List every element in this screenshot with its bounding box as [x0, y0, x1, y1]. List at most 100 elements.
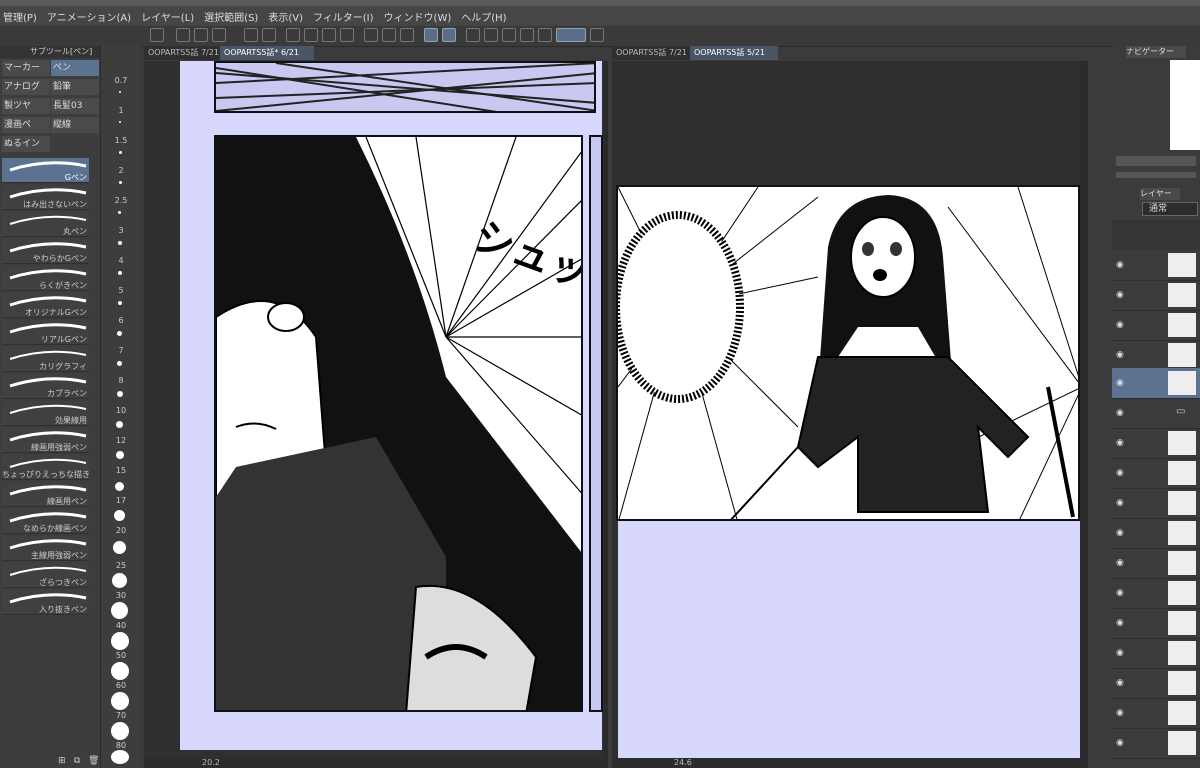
layer-row[interactable]: ◉: [1112, 340, 1200, 371]
tab-document-6[interactable]: OOPARTS5話* 6/21: [220, 46, 314, 60]
layer-row[interactable]: ◉: [1112, 250, 1200, 281]
eye-icon[interactable]: ◉: [1116, 558, 1124, 568]
tab-navigator[interactable]: ナビゲーター: [1126, 46, 1186, 58]
tool-pencil[interactable]: 鉛筆: [51, 79, 99, 95]
undo-icon[interactable]: [244, 28, 258, 42]
eye-icon[interactable]: ◉: [1116, 648, 1124, 658]
size-option[interactable]: 6: [101, 316, 141, 325]
menu-item-view[interactable]: 表示(V): [265, 9, 310, 24]
size-option[interactable]: 20: [101, 526, 141, 535]
help-icon[interactable]: [484, 28, 498, 42]
tab-document-7-right[interactable]: OOPARTS5話 7/21: [612, 46, 694, 60]
eye-icon[interactable]: ◉: [1116, 618, 1124, 628]
pen-icon[interactable]: [590, 28, 604, 42]
size-option[interactable]: 40: [101, 621, 141, 630]
layer-row[interactable]: ◉: [1112, 668, 1200, 699]
new-icon[interactable]: [150, 28, 164, 42]
layer-row[interactable]: ◉: [1112, 698, 1200, 729]
tool-pen[interactable]: ペン: [51, 60, 99, 76]
snap-special-ruler-icon[interactable]: [442, 28, 456, 42]
eye-icon[interactable]: ◉: [1116, 708, 1124, 718]
brush-lineart-pressure[interactable]: 線画用強弱ペン: [2, 428, 89, 453]
zoom-value[interactable]: 20.2: [202, 758, 220, 768]
tool-fill-ink[interactable]: ぬるイン: [2, 136, 50, 152]
scrollbar-left[interactable]: [604, 61, 608, 758]
menu-item-layer[interactable]: レイヤー(L): [138, 9, 201, 24]
size-option[interactable]: 1.5: [101, 136, 141, 145]
sparkle-icon[interactable]: [538, 28, 552, 42]
size-option[interactable]: 80: [101, 741, 141, 750]
select-all-icon[interactable]: [364, 28, 378, 42]
size-option[interactable]: 4: [101, 256, 141, 265]
navigator-slider[interactable]: [1116, 156, 1196, 166]
duplicate-icon[interactable]: ⧉: [74, 756, 80, 766]
tab-document-5[interactable]: OOPARTS5話 5/21: [690, 46, 778, 60]
tool-analog[interactable]: アナログ: [2, 79, 50, 95]
menu-item-manage[interactable]: 管理(P): [0, 9, 44, 24]
brush-soft-g-pen[interactable]: やわらかGペン: [2, 239, 89, 264]
scrollbar-right[interactable]: [1080, 61, 1088, 758]
transform-icon[interactable]: [340, 28, 354, 42]
size-option[interactable]: 1: [101, 106, 141, 115]
brush-sketch-pen[interactable]: らくがきペン: [2, 266, 89, 291]
eye-icon[interactable]: ◉: [1116, 468, 1124, 478]
size-option[interactable]: 30: [101, 591, 141, 600]
brush-taper-pen[interactable]: 入り抜きペン: [2, 590, 89, 615]
layer-row[interactable]: ◉: [1112, 578, 1200, 609]
layer-row[interactable]: ◉: [1112, 280, 1200, 311]
menu-item-filter[interactable]: フィルター(I): [310, 9, 381, 24]
eye-icon[interactable]: ◉: [1116, 260, 1124, 270]
size-option[interactable]: 8: [101, 376, 141, 385]
size-option[interactable]: 5: [101, 286, 141, 295]
size-option[interactable]: 12: [101, 436, 141, 445]
eye-icon[interactable]: ◉: [1116, 738, 1124, 748]
layer-row[interactable]: ◉: [1112, 638, 1200, 669]
layer-row[interactable]: ◉: [1112, 428, 1200, 459]
layer-folder-row[interactable]: ◉ ▭: [1112, 398, 1200, 429]
deselect-icon[interactable]: [382, 28, 396, 42]
save-icon[interactable]: [212, 28, 226, 42]
eye-icon[interactable]: ◉: [1116, 320, 1124, 330]
layer-row-selected[interactable]: ◉: [1112, 368, 1200, 399]
layer-row[interactable]: ◉: [1112, 488, 1200, 519]
eye-icon[interactable]: ◉: [1116, 528, 1124, 538]
brush-calligraphy[interactable]: カリグラフィ: [2, 347, 89, 372]
size-option[interactable]: 0.7: [101, 76, 141, 85]
layer-row[interactable]: ◉: [1112, 728, 1200, 759]
tab-layer[interactable]: レイヤー: [1140, 188, 1180, 200]
snap-ruler-icon[interactable]: [424, 28, 438, 42]
size-option[interactable]: 7: [101, 346, 141, 355]
menu-item-window[interactable]: ウィンドウ(W): [381, 9, 459, 24]
eye-icon[interactable]: ◉: [1116, 378, 1124, 388]
brush-real-g-pen[interactable]: リアルGペン: [2, 320, 89, 345]
brush-lineart-pen[interactable]: 線画用ペン: [2, 482, 89, 507]
eye-icon[interactable]: ◉: [1116, 438, 1124, 448]
size-option[interactable]: 50: [101, 651, 141, 660]
layer-row[interactable]: ◉: [1112, 548, 1200, 579]
size-option[interactable]: 25: [101, 561, 141, 570]
layer-row[interactable]: ◉: [1112, 310, 1200, 341]
reference-image-icon[interactable]: [556, 28, 586, 42]
eye-icon[interactable]: ◉: [1116, 290, 1124, 300]
tool-vertical-line[interactable]: 縦線: [51, 117, 99, 133]
layer-row[interactable]: ◉: [1112, 608, 1200, 639]
size-option[interactable]: 10: [101, 406, 141, 415]
fill-icon[interactable]: [304, 28, 318, 42]
brush-round-pen[interactable]: 丸ペン: [2, 212, 89, 237]
character-icon[interactable]: [502, 28, 516, 42]
brush-effect-line[interactable]: 効果線用: [2, 401, 89, 426]
size-option[interactable]: 70: [101, 711, 141, 720]
layer-row[interactable]: ◉: [1112, 518, 1200, 549]
bucket-icon[interactable]: [322, 28, 336, 42]
blend-mode-select[interactable]: 通常: [1142, 202, 1198, 216]
menu-item-help[interactable]: ヘルプ(H): [458, 9, 513, 24]
open-file-icon[interactable]: [194, 28, 208, 42]
navigator-slider[interactable]: [1116, 172, 1196, 178]
invert-icon[interactable]: [400, 28, 414, 42]
brush-main-line-pressure[interactable]: 主線用強弱ペン: [2, 536, 89, 561]
snap-grid-icon[interactable]: [466, 28, 480, 42]
add-subtool-icon[interactable]: ⊞: [58, 756, 66, 766]
tab-document-7[interactable]: OOPARTS5話 7/21: [144, 46, 224, 60]
brush-custom-text[interactable]: ちょっぴりえっちな描き文: [2, 455, 89, 480]
size-option[interactable]: 2.5: [101, 196, 141, 205]
